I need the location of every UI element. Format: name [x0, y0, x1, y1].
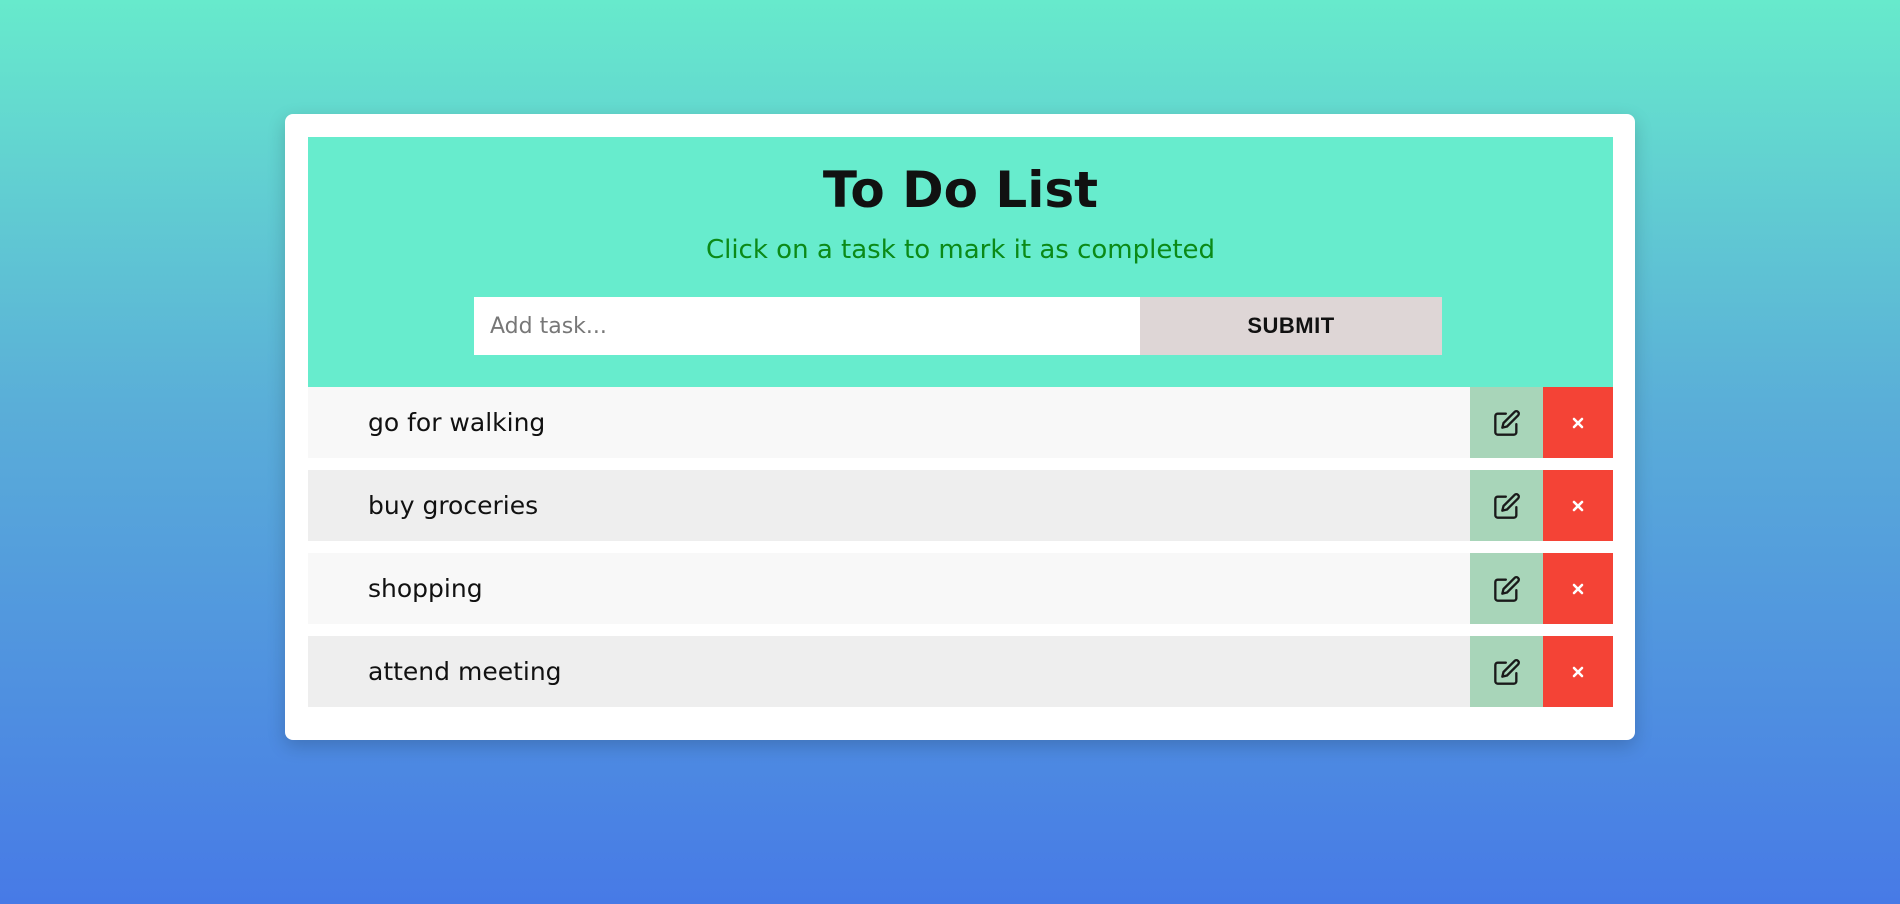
edit-icon [1493, 575, 1521, 603]
close-icon [1572, 500, 1584, 512]
edit-button[interactable] [1470, 387, 1543, 458]
delete-button[interactable] [1543, 553, 1613, 624]
edit-button[interactable] [1470, 553, 1543, 624]
close-icon [1572, 666, 1584, 678]
page-title: To Do List [822, 161, 1099, 219]
task-row: go for walking [308, 387, 1613, 458]
edit-icon [1493, 658, 1521, 686]
close-icon [1572, 583, 1584, 595]
todo-card: To Do List Click on a task to mark it as… [285, 114, 1635, 740]
task-row: attend meeting [308, 636, 1613, 707]
close-icon [1572, 417, 1584, 429]
task-label[interactable]: buy groceries [308, 470, 1470, 541]
edit-button[interactable] [1470, 470, 1543, 541]
task-label[interactable]: attend meeting [308, 636, 1470, 707]
task-label[interactable]: shopping [308, 553, 1470, 624]
edit-icon [1493, 492, 1521, 520]
add-task-input[interactable] [474, 297, 1140, 355]
page-subtitle: Click on a task to mark it as completed [705, 235, 1216, 265]
task-row: buy groceries [308, 470, 1613, 541]
task-label[interactable]: go for walking [308, 387, 1470, 458]
task-list: go for walking buy groceries shopping at… [308, 387, 1613, 719]
edit-button[interactable] [1470, 636, 1543, 707]
delete-button[interactable] [1543, 387, 1613, 458]
task-row: shopping [308, 553, 1613, 624]
edit-icon [1493, 409, 1521, 437]
submit-button[interactable]: SUBMIT [1140, 297, 1442, 355]
todo-header: To Do List Click on a task to mark it as… [308, 137, 1613, 387]
delete-button[interactable] [1543, 470, 1613, 541]
delete-button[interactable] [1543, 636, 1613, 707]
